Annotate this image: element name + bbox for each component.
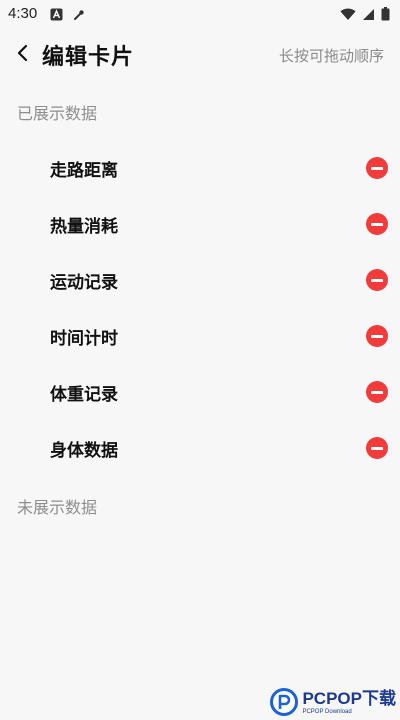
- list-item-body-data[interactable]: 身体数据: [0, 420, 400, 476]
- minus-icon: [371, 222, 383, 226]
- status-bar: 4:30: [0, 0, 400, 28]
- list-item-timer[interactable]: 时间计时: [0, 308, 400, 364]
- minus-icon: [371, 390, 383, 394]
- watermark-main: PCPOP下载: [302, 688, 396, 708]
- remove-button[interactable]: [366, 381, 388, 403]
- tool-icon: [73, 6, 85, 25]
- battery-icon: [381, 6, 390, 25]
- item-label: 热量消耗: [50, 216, 118, 237]
- remove-button[interactable]: [366, 437, 388, 459]
- minus-icon: [371, 278, 383, 282]
- remove-button[interactable]: [366, 269, 388, 291]
- screen: 4:30 编辑卡片 长按可拖动顺序 已展示数据 走路距离 热量消耗 运动记录 时…: [0, 0, 400, 720]
- pcpop-logo-icon: [270, 688, 299, 716]
- remove-button[interactable]: [366, 325, 388, 347]
- watermark: PCPOP下载 PCPOP Download: [270, 688, 396, 716]
- minus-icon: [371, 166, 383, 170]
- minus-icon: [371, 334, 383, 338]
- signal-icon: [362, 6, 375, 25]
- a-badge-icon: [50, 6, 63, 25]
- minus-icon: [371, 446, 383, 450]
- watermark-text: PCPOP下载 PCPOP Download: [302, 690, 396, 715]
- item-label: 身体数据: [50, 440, 118, 461]
- drag-hint: 长按可拖动顺序: [278, 47, 384, 65]
- shown-section-title: 已展示数据: [17, 104, 98, 123]
- item-label: 时间计时: [50, 328, 118, 349]
- page-title: 编辑卡片: [42, 45, 135, 70]
- item-label: 体重记录: [50, 384, 118, 405]
- list-item-exercise-record[interactable]: 运动记录: [0, 252, 400, 308]
- item-label: 走路距离: [50, 160, 118, 181]
- status-icons-left: [50, 6, 85, 25]
- chevron-left-icon: [16, 44, 30, 66]
- remove-button[interactable]: [366, 157, 388, 179]
- remove-button[interactable]: [366, 213, 388, 235]
- item-label: 运动记录: [50, 272, 118, 293]
- header: 编辑卡片 长按可拖动顺序: [0, 36, 400, 76]
- status-icons-right: [340, 6, 390, 25]
- list-item-weight-record[interactable]: 体重记录: [0, 364, 400, 420]
- status-time: 4:30: [8, 5, 38, 22]
- hidden-section-title: 未展示数据: [17, 498, 98, 517]
- wifi-icon: [340, 6, 356, 25]
- list-item-calorie-consumption[interactable]: 热量消耗: [0, 196, 400, 252]
- watermark-sub: PCPOP Download: [302, 708, 352, 715]
- list-item-walking-distance[interactable]: 走路距离: [0, 140, 400, 196]
- shown-list: 走路距离 热量消耗 运动记录 时间计时 体重记录 身体数据: [0, 140, 400, 476]
- back-button[interactable]: [10, 40, 36, 70]
